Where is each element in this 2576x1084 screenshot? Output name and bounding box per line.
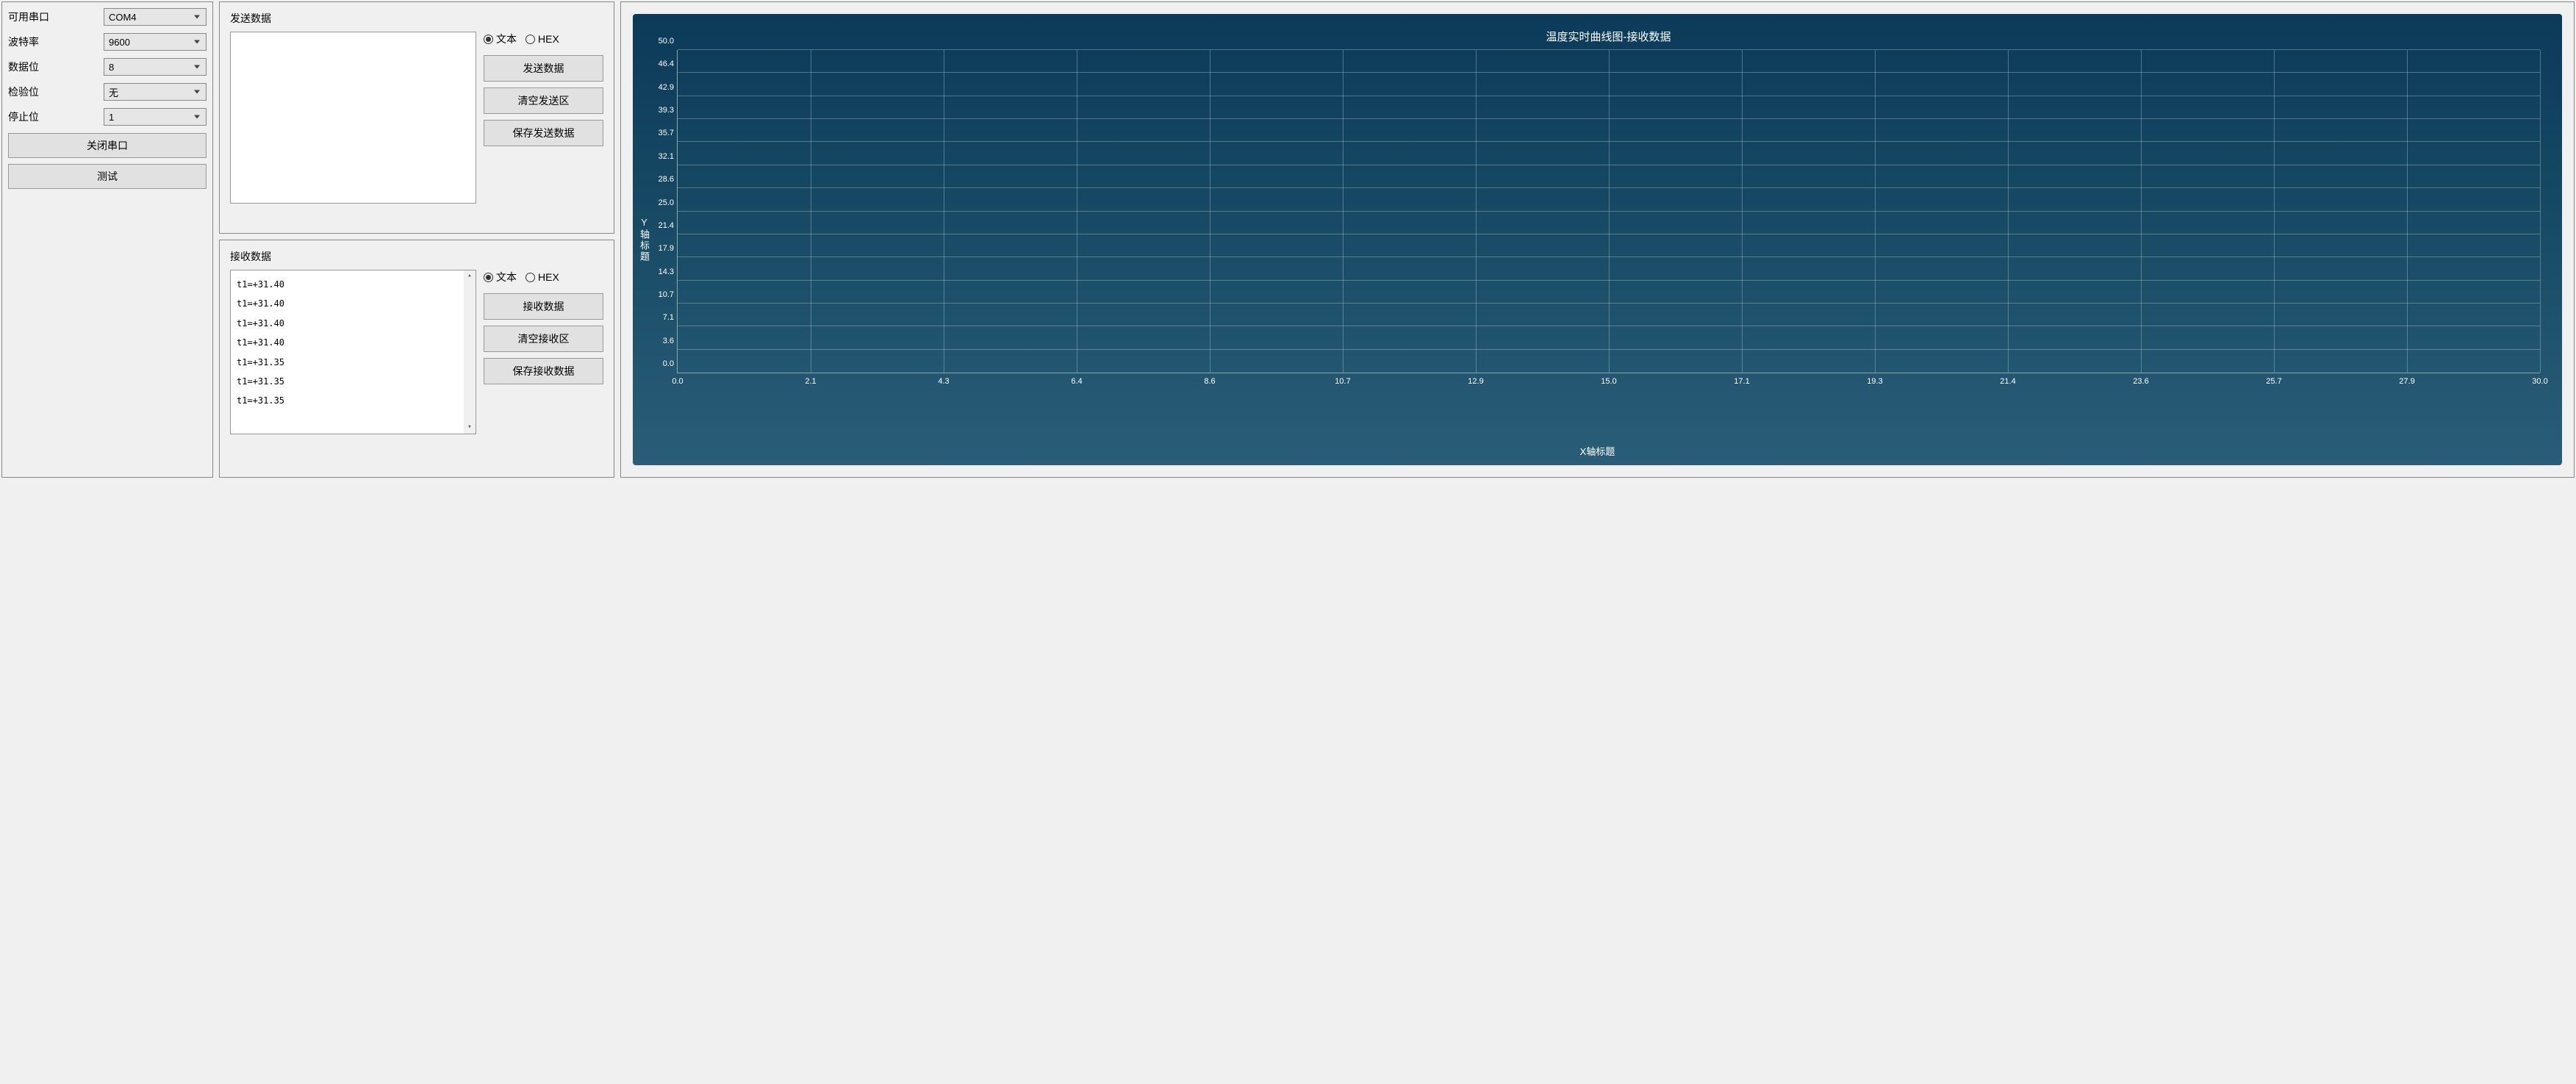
x-tick-label: 12.9	[1468, 377, 1483, 386]
send-title: 发送数据	[230, 10, 603, 26]
recv-textarea[interactable]: t1=+31.40t1=+31.40t1=+31.40t1=+31.40t1=+…	[230, 270, 476, 434]
send-text-radio-label: 文本	[496, 32, 517, 46]
gridline-v	[2407, 50, 2408, 373]
y-tick-label: 0.0	[648, 359, 674, 368]
recv-line: t1=+31.40	[235, 333, 471, 352]
radio-unchecked-icon	[525, 35, 535, 44]
x-tick-label: 10.7	[1335, 377, 1350, 386]
chart-grid: 0.03.67.110.714.317.921.425.028.632.135.…	[677, 50, 2540, 373]
gridline-v	[2540, 50, 2541, 373]
parity-select[interactable]: 无	[104, 83, 207, 101]
parity-label: 检验位	[8, 85, 104, 99]
serial-config-panel: 可用串口 COM4 波特率 9600 数据位 8 检验位 无 停止位	[1, 1, 213, 478]
baud-value: 9600	[109, 37, 130, 48]
y-tick-label: 25.0	[648, 198, 674, 207]
gridline-v	[2141, 50, 2142, 373]
gridline-v	[1476, 50, 1477, 373]
save-recv-button[interactable]: 保存接收数据	[484, 358, 603, 384]
send-hex-radio-label: HEX	[538, 33, 559, 45]
x-tick-label: 0.0	[672, 377, 683, 386]
x-tick-label: 23.6	[2133, 377, 2148, 386]
x-tick-label: 15.0	[1601, 377, 1616, 386]
clear-recv-button[interactable]: 清空接收区	[484, 326, 603, 352]
y-tick-label: 46.4	[648, 60, 674, 68]
chart-container: 温度实时曲线图-接收数据 Y轴标题 0.03.67.110.714.317.92…	[633, 14, 2562, 465]
x-tick-label: 19.3	[1867, 377, 1882, 386]
test-button[interactable]: 测试	[8, 164, 207, 189]
y-tick-label: 35.7	[648, 129, 674, 137]
databits-value: 8	[109, 62, 114, 73]
x-tick-label: 6.4	[1071, 377, 1082, 386]
recv-line: t1=+31.35	[235, 391, 471, 410]
chart-title: 温度实时曲线图-接收数据	[677, 29, 2540, 44]
send-hex-radio[interactable]: HEX	[525, 33, 559, 45]
recv-hex-radio[interactable]: HEX	[525, 271, 559, 283]
x-tick-label: 17.1	[1734, 377, 1749, 386]
radio-checked-icon	[484, 35, 493, 44]
x-tick-label: 21.4	[2000, 377, 2015, 386]
send-textarea[interactable]	[230, 32, 476, 204]
recv-data-button[interactable]: 接收数据	[484, 293, 603, 320]
y-tick-label: 10.7	[648, 290, 674, 299]
scroll-down-icon[interactable]: ▾	[464, 422, 476, 434]
recv-title: 接收数据	[230, 248, 603, 264]
gridline-v	[2274, 50, 2275, 373]
gridline-v	[1609, 50, 1610, 373]
x-tick-label: 2.1	[805, 377, 816, 386]
port-select[interactable]: COM4	[104, 8, 207, 26]
parity-value: 无	[109, 85, 118, 99]
gridline-v	[1875, 50, 1876, 373]
y-tick-label: 3.6	[648, 337, 674, 345]
databits-select[interactable]: 8	[104, 58, 207, 76]
radio-checked-icon	[484, 273, 493, 282]
y-tick-label: 21.4	[648, 221, 674, 230]
chart-panel: 温度实时曲线图-接收数据 Y轴标题 0.03.67.110.714.317.92…	[620, 1, 2575, 478]
recv-line: t1=+31.35	[235, 372, 471, 391]
recv-line: t1=+31.40	[235, 294, 471, 313]
x-axis-label: X轴标题	[1580, 444, 1615, 458]
y-tick-label: 39.3	[648, 106, 674, 115]
send-data-button[interactable]: 发送数据	[484, 55, 603, 82]
baud-label: 波特率	[8, 35, 104, 49]
gridline-v	[2008, 50, 2009, 373]
x-tick-label: 25.7	[2266, 377, 2281, 386]
stopbits-value: 1	[109, 112, 114, 123]
port-label: 可用串口	[8, 10, 104, 24]
scroll-up-icon[interactable]: ▴	[464, 270, 476, 282]
databits-label: 数据位	[8, 60, 104, 74]
port-value: COM4	[109, 12, 137, 23]
stopbits-select[interactable]: 1	[104, 108, 207, 126]
y-tick-label: 50.0	[648, 37, 674, 46]
y-tick-label: 14.3	[648, 268, 674, 276]
clear-send-button[interactable]: 清空发送区	[484, 87, 603, 114]
x-tick-label: 8.6	[1204, 377, 1215, 386]
recv-line: t1=+31.35	[235, 353, 471, 372]
y-tick-label: 7.1	[648, 313, 674, 322]
x-tick-label: 27.9	[2399, 377, 2414, 386]
x-tick-label: 30.0	[2532, 377, 2547, 386]
x-tick-label: 4.3	[938, 377, 949, 386]
baud-select[interactable]: 9600	[104, 33, 207, 51]
send-panel: 发送数据 文本 HEX 发	[219, 1, 614, 234]
recv-line: t1=+31.40	[235, 314, 471, 333]
save-send-button[interactable]: 保存发送数据	[484, 120, 603, 146]
recv-text-radio[interactable]: 文本	[484, 270, 517, 284]
recv-hex-radio-label: HEX	[538, 271, 559, 283]
send-text-radio[interactable]: 文本	[484, 32, 517, 46]
gridline-v	[1742, 50, 1743, 373]
y-tick-label: 32.1	[648, 152, 674, 161]
y-tick-label: 28.6	[648, 175, 674, 184]
recv-text-radio-label: 文本	[496, 270, 517, 284]
recv-line: t1=+31.40	[235, 275, 471, 294]
radio-unchecked-icon	[525, 273, 535, 282]
y-tick-label: 42.9	[648, 83, 674, 92]
close-port-button[interactable]: 关闭串口	[8, 133, 207, 158]
stopbits-label: 停止位	[8, 110, 104, 124]
y-tick-label: 17.9	[648, 244, 674, 253]
recv-panel: 接收数据 t1=+31.40t1=+31.40t1=+31.40t1=+31.4…	[219, 240, 614, 478]
recv-scrollbar[interactable]: ▴ ▾	[464, 270, 476, 434]
